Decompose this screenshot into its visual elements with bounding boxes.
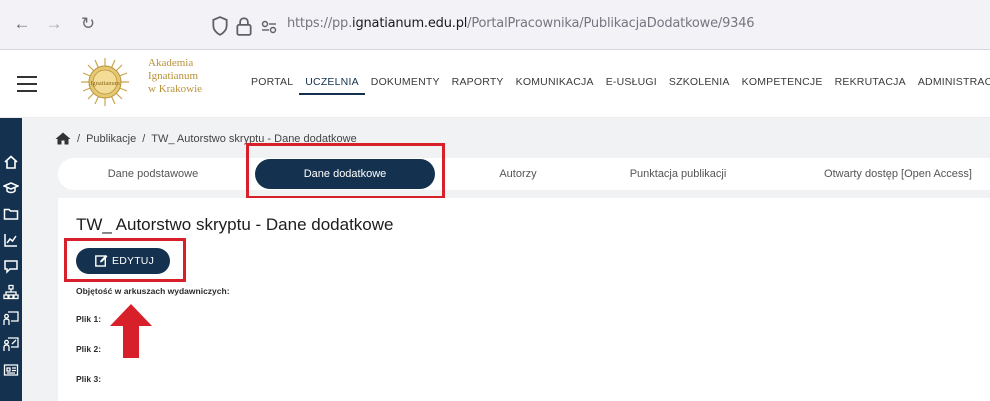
reload-icon[interactable]: ↻: [78, 14, 98, 34]
file-1-label: Plik 1:: [76, 314, 102, 324]
logo-line-1: Akademia: [148, 57, 194, 69]
file-3-label: Plik 3:: [76, 374, 102, 384]
logo-text[interactable]: Akademia Ignatianum w Krakowie: [148, 57, 202, 96]
folder-icon[interactable]: [3, 206, 19, 222]
site-header: Ignatianum Akademia Ignatianum w Krakowi…: [0, 50, 990, 118]
seal-text: Ignatianum: [90, 80, 120, 87]
lock-icon[interactable]: [235, 16, 253, 36]
graduation-cap-icon[interactable]: [3, 180, 19, 196]
menu-item-e-uslugi[interactable]: E-USŁUGI: [600, 75, 663, 95]
permissions-icon[interactable]: [260, 17, 278, 37]
url-prefix: https://pp.: [287, 16, 353, 31]
url-text[interactable]: https://pp.ignatianum.edu.pl/PortalPraco…: [287, 16, 755, 31]
chart-icon[interactable]: [3, 232, 19, 248]
main-menu: PORTAL UCZELNIA DOKUMENTY RAPORTY KOMUNI…: [245, 75, 990, 95]
presentation-icon[interactable]: [3, 336, 19, 352]
breadcrumb-separator: /: [142, 132, 146, 145]
menu-item-rekrutacja[interactable]: REKRUTACJA: [829, 75, 912, 95]
id-card-icon[interactable]: [3, 362, 19, 378]
hamburger-menu-icon[interactable]: [17, 76, 37, 92]
back-icon[interactable]: ←: [12, 14, 32, 34]
menu-item-komunikacja[interactable]: KOMUNIKACJA: [510, 75, 600, 95]
shield-icon[interactable]: [211, 16, 229, 36]
logo-line-2: Ignatianum: [148, 70, 199, 82]
logo-line-3: w Krakowie: [148, 83, 203, 95]
browser-toolbar: ← → ↻ https://pp.ignatianum.edu.pl/Porta…: [0, 0, 990, 50]
chat-icon[interactable]: [3, 258, 19, 274]
forward-icon[interactable]: →: [44, 14, 64, 34]
screen: ← → ↻ https://pp.ignatianum.edu.pl/Porta…: [0, 0, 990, 401]
menu-item-administracja[interactable]: ADMINISTRACJA: [912, 75, 990, 95]
page-title: TW_ Autorstwo skryptu - Dane dodatkowe: [76, 215, 394, 234]
tab-bar: Dane podstawowe Dane dodatkowe Autorzy P…: [58, 158, 990, 190]
address-bar[interactable]: https://pp.ignatianum.edu.pl/PortalPraco…: [205, 11, 985, 39]
red-arrow-annotation: [110, 304, 152, 358]
highlight-box-tab: [246, 143, 445, 199]
menu-item-uczelnia[interactable]: UCZELNIA: [299, 75, 365, 95]
url-path: /PortalPracownika/PublikacjaDodatkowe/93…: [467, 16, 755, 31]
tab-open-access[interactable]: Otwarty dostęp [Open Access]: [803, 158, 990, 190]
home-icon[interactable]: [55, 132, 71, 145]
menu-item-portal[interactable]: PORTAL: [245, 75, 299, 95]
org-chart-icon[interactable]: [3, 284, 19, 300]
highlight-box-edit: [64, 238, 186, 282]
file-2-label: Plik 2:: [76, 344, 102, 354]
sidebar: [0, 118, 22, 401]
breadcrumb-separator: /: [77, 132, 81, 145]
url-domain: ignatianum.edu.pl: [352, 16, 468, 31]
university-seal-logo[interactable]: Ignatianum: [70, 56, 140, 108]
teacher-icon[interactable]: [3, 310, 19, 326]
volume-label: Objętość w arkuszach wydawniczych:: [76, 286, 230, 296]
menu-item-szkolenia[interactable]: SZKOLENIA: [663, 75, 736, 95]
tab-autorzy[interactable]: Autorzy: [448, 158, 588, 190]
home-outline-icon[interactable]: [3, 154, 19, 170]
menu-item-dokumenty[interactable]: DOKUMENTY: [365, 75, 446, 95]
menu-item-raporty[interactable]: RAPORTY: [446, 75, 510, 95]
breadcrumb-publikacje[interactable]: Publikacje: [86, 133, 136, 145]
tab-dane-podstawowe[interactable]: Dane podstawowe: [58, 158, 248, 190]
menu-item-kompetencje[interactable]: KOMPETENCJE: [736, 75, 829, 95]
tab-punktacja[interactable]: Punktacja publikacji: [598, 158, 758, 190]
